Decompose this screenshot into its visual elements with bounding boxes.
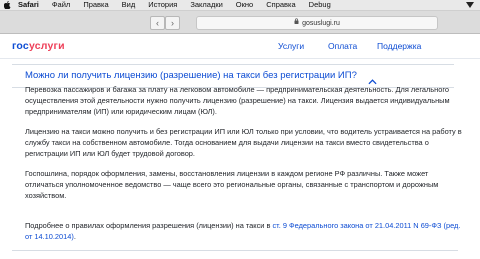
menu-window[interactable]: Окно [236,0,253,10]
nav-support[interactable]: Поддержка [377,41,421,51]
faq-question-title[interactable]: Можно ли получить лицензию (разрешение) … [25,70,357,81]
answer-paragraph-2: Лицензию на такси можно получить и без р… [25,127,462,158]
address-bar[interactable]: gosuslugi.ru [196,16,438,30]
bottom-divider [12,250,458,251]
menu-edit[interactable]: Правка [83,0,108,10]
answer-paragraph-1: Перевозка пассажиров и багажа за плату н… [25,85,450,116]
macos-menubar: Safari Файл Правка Вид История Закладки … [0,0,480,11]
answer-paragraph-4-text: Подробнее о правилах оформления разрешен… [25,221,273,230]
apple-logo-icon[interactable] [3,1,12,10]
answer-paragraph-4-end: . [73,231,76,241]
menu-file[interactable]: Файл [52,0,70,10]
lock-icon [294,17,299,29]
answer-paragraph-3: Госпошлина, порядок оформления, замены, … [25,169,439,200]
menu-safari[interactable]: Safari [18,0,39,10]
address-bar-url: gosuslugi.ru [302,19,340,27]
browser-toolbar: ‹ › gosuslugi.ru [0,11,480,34]
menu-help[interactable]: Справка [266,0,295,10]
status-triangle-icon [466,2,474,8]
logo-part-gos: гос [12,40,29,52]
menu-view[interactable]: Вид [122,0,136,10]
gosuslugi-logo[interactable]: госуслуги [12,40,65,52]
menu-bookmarks[interactable]: Закладки [190,0,222,10]
logo-part-uslugi: услуги [28,40,65,52]
back-button[interactable]: ‹ [150,16,165,30]
menu-debug[interactable]: Debug [309,0,331,10]
nav-services[interactable]: Услуги [278,41,304,51]
forward-button[interactable]: › [165,16,180,30]
faq-content: Можно ли получить лицензию (разрешение) … [12,60,470,88]
answer-paragraph-4: Подробнее о правилах оформления разрешен… [25,221,465,243]
menu-history[interactable]: История [148,0,177,10]
site-header: госуслуги Услуги Оплата Поддержка [0,34,480,59]
nav-payment[interactable]: Оплата [328,41,357,51]
